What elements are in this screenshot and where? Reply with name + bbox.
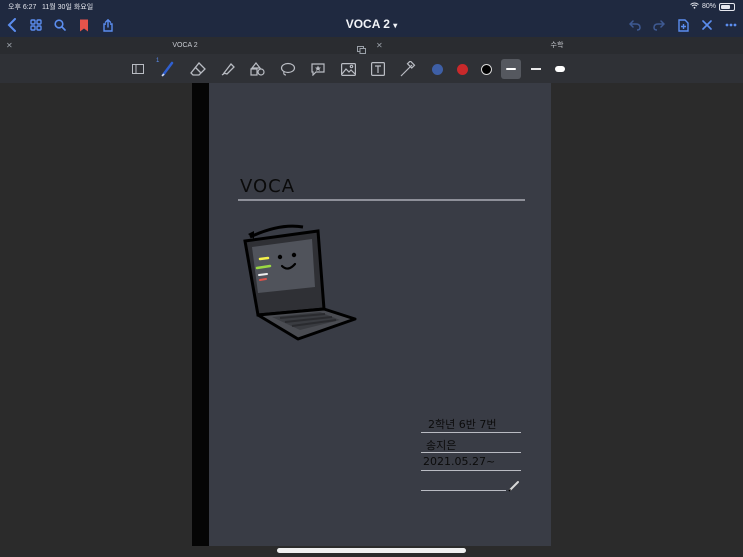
tool-bar: 1 — [0, 54, 743, 83]
highlighter-icon[interactable] — [218, 59, 238, 79]
nav-bar: VOCA 2 ▾ — [0, 13, 743, 37]
battery-icon — [719, 2, 735, 11]
title-underline — [238, 199, 525, 201]
info-line-divider — [421, 470, 521, 471]
tab-math[interactable]: 수학 — [371, 37, 743, 54]
lasso-icon[interactable] — [278, 59, 298, 79]
laptop-sticker-illustration — [240, 219, 365, 349]
info-line-divider — [421, 452, 521, 453]
laser-pointer-icon[interactable] — [398, 59, 418, 79]
more-icon[interactable] — [722, 16, 740, 34]
notebook-page[interactable]: VOCA 2학년 6반 7번 송지은 2021.05.27~ — [192, 83, 551, 546]
start-date: 2021.05.27~ — [423, 455, 496, 468]
student-name: 송지은 — [426, 439, 457, 452]
status-bar: 오후 6:27 11월 30일 화요일 80% — [0, 0, 743, 13]
class-info: 2학년 6반 7번 — [428, 418, 497, 431]
home-indicator[interactable] — [277, 548, 466, 553]
shapes-icon[interactable] — [248, 59, 268, 79]
stroke-thin-selected[interactable] — [501, 59, 521, 79]
status-right: 80% — [690, 2, 735, 11]
eraser-icon[interactable] — [188, 59, 208, 79]
pencil-doodle-icon — [508, 479, 520, 497]
color-swatch-blue[interactable] — [427, 59, 447, 79]
info-line-divider — [421, 490, 506, 491]
stroke-medium[interactable] — [526, 59, 546, 79]
battery-percent: 80% — [701, 3, 716, 10]
info-line-divider — [421, 432, 521, 433]
color-swatch-red[interactable] — [452, 59, 472, 79]
undo-icon[interactable] — [626, 16, 644, 34]
sticker-icon[interactable] — [308, 59, 328, 79]
chevron-down-icon: ▾ — [393, 21, 398, 30]
redo-icon[interactable] — [650, 16, 668, 34]
notebook-spine — [192, 83, 209, 546]
status-time: 오후 6:27 — [8, 4, 37, 11]
wifi-icon — [690, 2, 699, 11]
color-swatch-black[interactable] — [476, 59, 496, 79]
cover-title: VOCA — [240, 176, 296, 197]
document-sidebar-icon[interactable] — [128, 59, 148, 79]
pen-icon[interactable] — [158, 59, 178, 79]
status-date: 11월 30일 화요일 — [42, 4, 94, 11]
tab-voca-2[interactable]: VOCA 2 — [0, 37, 370, 54]
tab-bar: ✕ VOCA 2 ✕ 수학 — [0, 37, 743, 54]
close-icon[interactable] — [698, 16, 716, 34]
document-title-text: VOCA 2 — [345, 17, 390, 31]
image-icon[interactable] — [338, 59, 358, 79]
stroke-thick[interactable] — [550, 59, 570, 79]
add-page-icon[interactable] — [674, 16, 692, 34]
text-box-icon[interactable] — [368, 59, 388, 79]
